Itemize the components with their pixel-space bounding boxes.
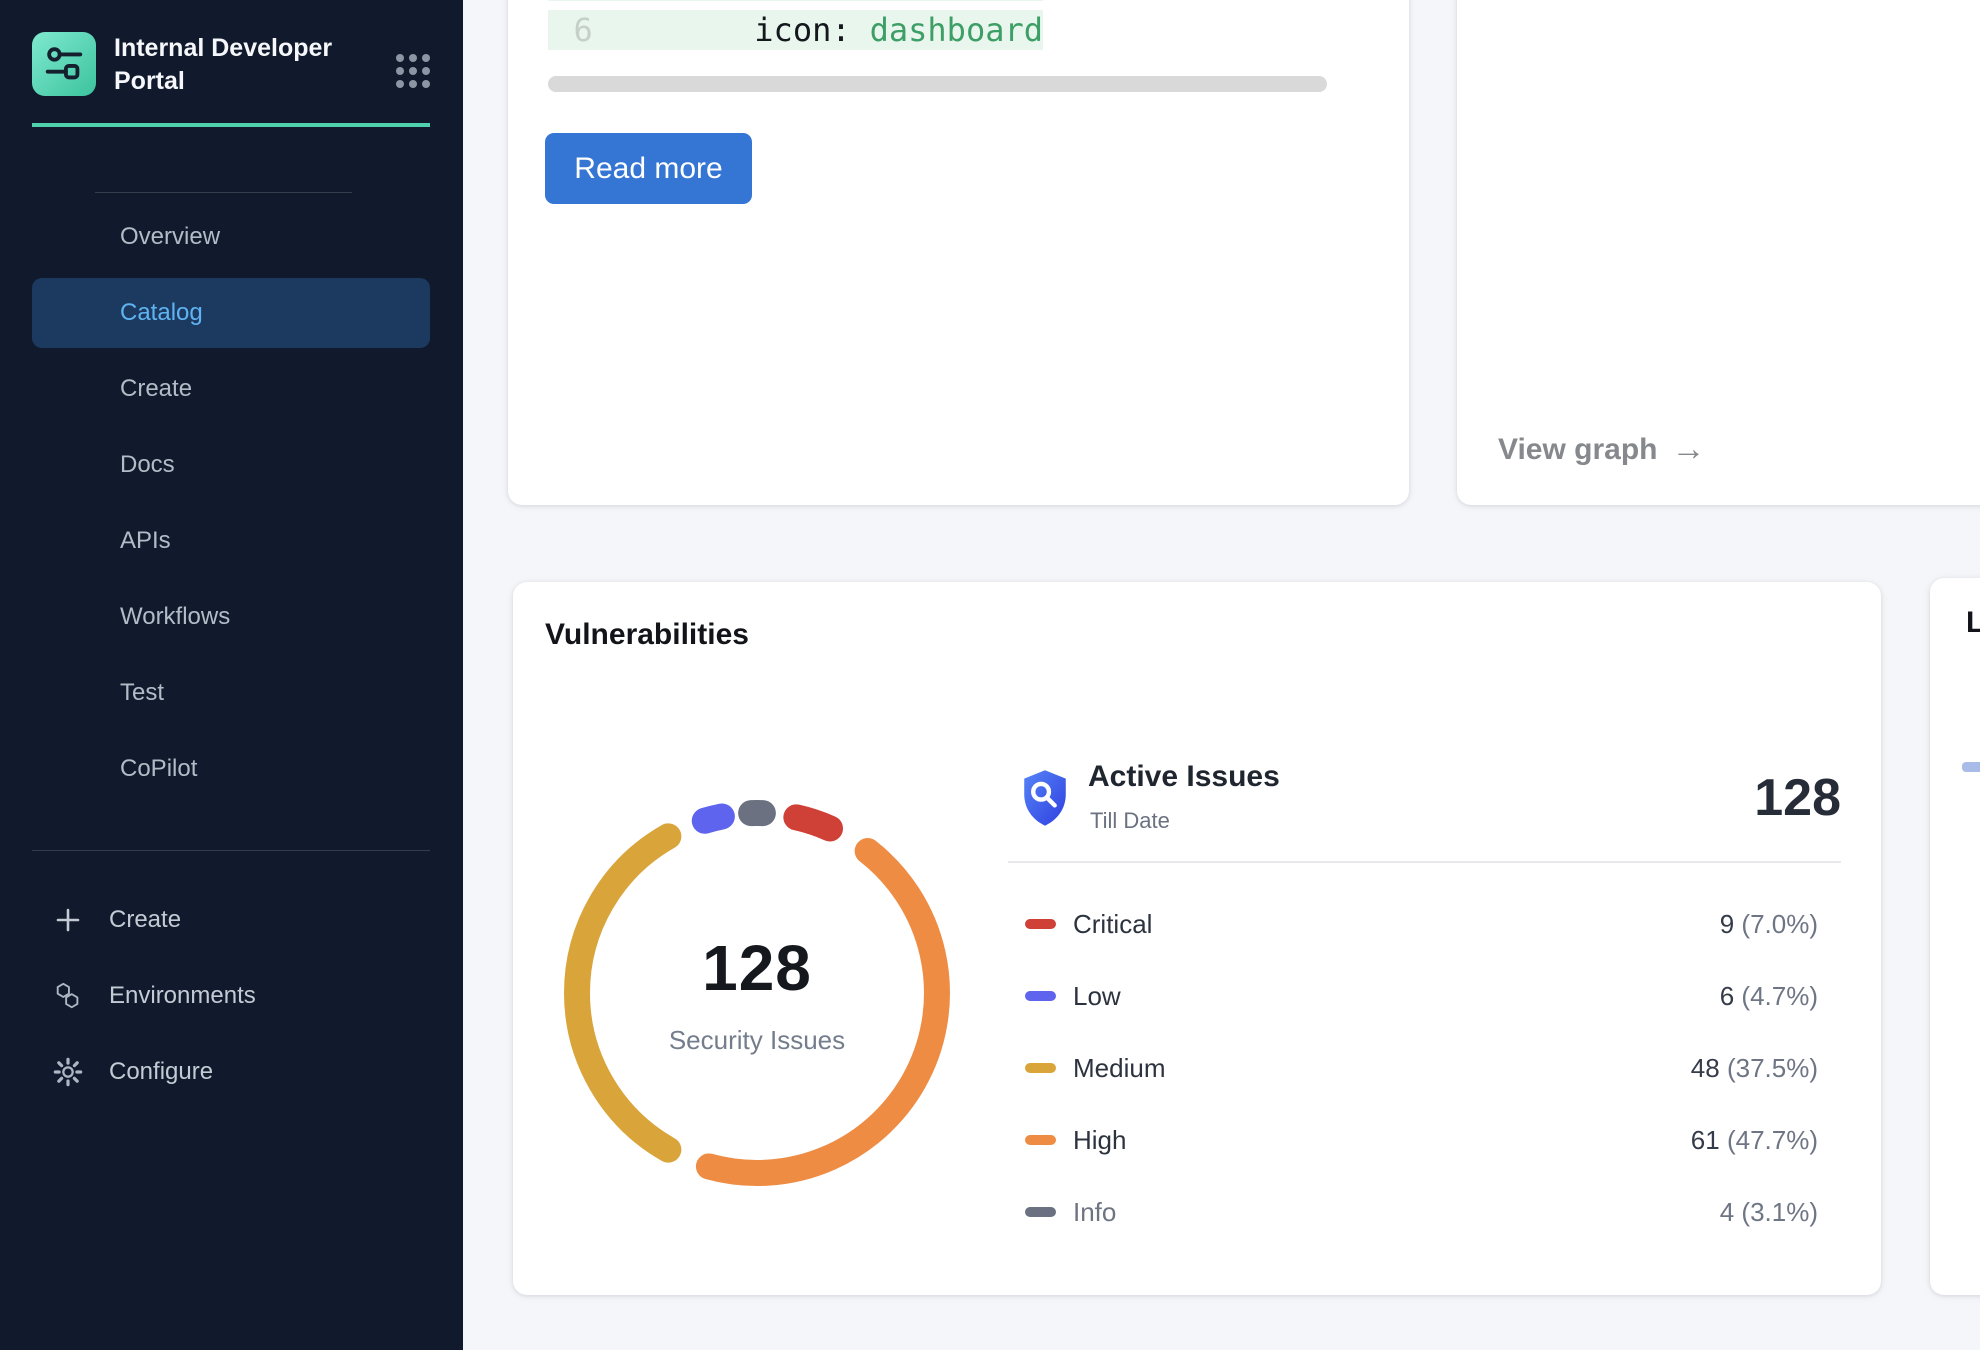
sidebar-item-create-action[interactable]: Create [0,882,463,958]
low-swatch [1025,991,1056,1001]
apps-grid-icon[interactable] [394,52,432,95]
graph-card: View graph → [1457,0,1980,505]
sidebar-item-create[interactable]: Create [32,354,430,424]
sidebar-item-environments[interactable]: Environments [0,958,463,1034]
partial-chart-bar [1962,762,1980,772]
gear-icon [53,1057,83,1087]
code-line-partial [548,0,1043,1]
legend-percent: (3.1%) [1741,1197,1818,1227]
active-issues-header: Active Issues Till Date 128 [1008,760,1841,844]
main-content: 6 icon: dashboard Read more View graph →… [463,0,1980,1350]
view-graph-label: View graph [1498,433,1658,467]
legend-count: 6 [1720,981,1734,1011]
hexagons-icon [53,981,83,1011]
app-logo[interactable] [32,32,96,96]
arrow-right-icon: → [1672,430,1706,469]
footer-item-label: Environments [109,982,256,1010]
legend-row-low: Low 6 (4.7%) [1008,960,1841,1032]
donut-total-value: 128 [702,931,812,1005]
active-issues-count: 128 [1754,768,1841,828]
legend-label: High [1073,1125,1126,1156]
sidebar-accent-rule [32,123,430,127]
sidebar-item-workflows[interactable]: Workflows [32,582,430,652]
donut-total-label: Security Issues [669,1025,845,1056]
sidebar-item-configure[interactable]: Configure [0,1034,463,1110]
legend-row-high: High 61 (47.7%) [1008,1104,1841,1176]
sidebar-item-catalog[interactable]: Catalog [32,278,430,348]
footer-item-label: Configure [109,1058,213,1086]
app-title: Internal Developer Portal [114,32,352,98]
legend-label: Medium [1073,1053,1165,1084]
code-value: dashboard [870,11,1043,49]
legend-value: 48 (37.5%) [1691,1053,1841,1084]
legend-value: 4 (3.1%) [1720,1197,1841,1228]
read-more-button[interactable]: Read more [545,133,752,204]
legend-row-critical: Critical 9 (7.0%) [1008,888,1841,960]
sidebar-nav: Overview Catalog Create Docs APIs Workfl… [0,202,463,810]
nav-divider-top [95,192,352,193]
vulnerabilities-card: Vulnerabilities 128 Security Issues [513,582,1881,1295]
active-issues-subtitle: Till Date [1090,808,1170,834]
info-swatch [1025,1207,1056,1217]
legend-count: 9 [1720,909,1734,939]
high-swatch [1025,1135,1056,1145]
legend-label: Low [1073,981,1121,1012]
code-horizontal-scrollbar[interactable] [548,76,1327,92]
vulnerabilities-title: Vulnerabilities [545,618,749,652]
shield-search-icon [1017,768,1073,833]
app-window: Internal Developer Portal Overview Catal… [0,0,1980,1350]
legend-row-info: Info 4 (3.1%) [1008,1176,1841,1248]
nav-divider-bottom [32,850,430,851]
legend-percent: (47.7%) [1727,1125,1818,1155]
code-line: 6 icon: dashboard [548,10,1043,50]
severity-legend: Critical 9 (7.0%) Low 6 (4.7%) Medium 48… [1008,888,1841,1248]
partial-card-title: L [1966,606,1980,640]
legend-percent: (7.0%) [1741,909,1818,939]
legend-percent: (37.5%) [1727,1053,1818,1083]
code-line-number: 6 [548,11,606,49]
sidebar-item-docs[interactable]: Docs [32,430,430,500]
legend-count: 48 [1691,1053,1720,1083]
sidebar-item-copilot[interactable]: CoPilot [32,734,430,804]
legend-value: 9 (7.0%) [1720,909,1841,940]
sidebar-header: Internal Developer Portal [32,32,432,98]
sidebar-item-apis[interactable]: APIs [32,506,430,576]
active-issues-title: Active Issues [1088,760,1280,794]
donut-center: 128 Security Issues [537,773,977,1213]
medium-swatch [1025,1063,1056,1073]
footer-item-label: Create [109,906,181,934]
view-graph-link[interactable]: View graph → [1498,430,1706,469]
logo-icon [41,41,87,87]
legend-count: 61 [1691,1125,1720,1155]
sidebar-item-test[interactable]: Test [32,658,430,728]
legend-count: 4 [1720,1197,1734,1227]
partial-right-card: L [1930,578,1980,1295]
legend-label: Info [1073,1197,1116,1228]
documentation-card: 6 icon: dashboard Read more [508,0,1409,505]
legend-row-medium: Medium 48 (37.5%) [1008,1032,1841,1104]
sidebar-item-overview[interactable]: Overview [32,202,430,272]
legend-label: Critical [1073,909,1152,940]
legend-value: 6 (4.7%) [1720,981,1841,1012]
legend-percent: (4.7%) [1741,981,1818,1011]
sidebar: Internal Developer Portal Overview Catal… [0,0,463,1350]
active-issues-divider [1008,861,1841,863]
critical-swatch [1025,919,1056,929]
plus-icon [53,905,83,935]
sidebar-footer: Create Environments [0,882,463,1110]
code-key: icon: [754,11,850,49]
legend-value: 61 (47.7%) [1691,1125,1841,1156]
